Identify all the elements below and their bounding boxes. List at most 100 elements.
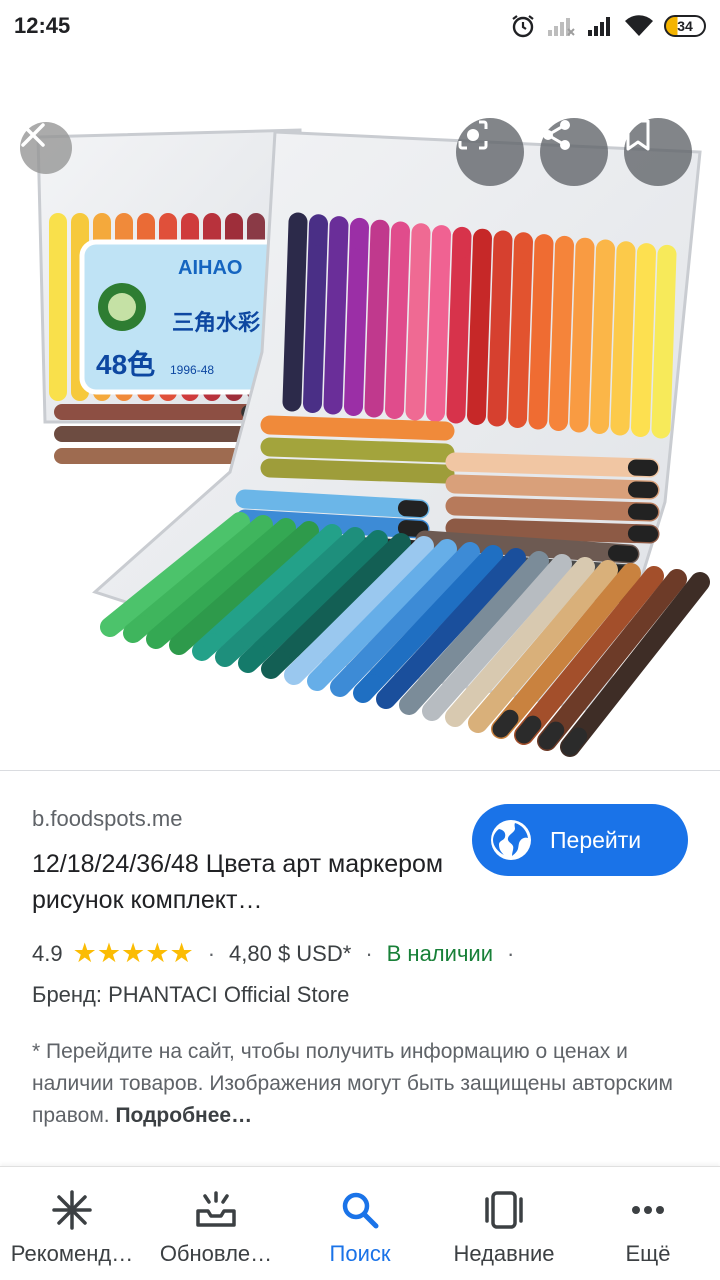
marker-cap	[397, 520, 429, 538]
markers-illustration: AIHAO 三角水彩 48色 1996-48	[36, 128, 710, 757]
close-button[interactable]	[20, 122, 72, 174]
source-domain[interactable]: b.foodspots.me	[32, 806, 182, 832]
lens-icon	[458, 120, 488, 150]
nav-label: Поиск	[329, 1241, 391, 1266]
marker-cap	[170, 627, 199, 654]
marker-body	[445, 452, 660, 478]
marker-cap	[331, 668, 359, 696]
disclaimer: * Перейдите на сайт, чтобы получить инфо…	[32, 1036, 682, 1132]
marker-cap	[538, 721, 565, 750]
divider	[0, 770, 720, 771]
asterisk-icon	[52, 1190, 92, 1230]
marker-body	[651, 244, 677, 439]
lens-button[interactable]	[456, 118, 524, 186]
separator: ·	[207, 940, 216, 966]
marker-cap	[308, 662, 336, 690]
price: 4,80 $ USD*	[229, 940, 352, 966]
product-image[interactable]: AIHAO 三角水彩 48色 1996-48	[0, 52, 720, 770]
marker-body	[528, 234, 554, 430]
marker-cap	[147, 621, 176, 648]
share-icon	[543, 120, 570, 150]
star-icon: ★	[96, 938, 122, 968]
nav-label: Недавние	[453, 1241, 555, 1266]
marker-body	[445, 474, 660, 500]
status-time: 12:45	[14, 13, 71, 38]
marker-body	[446, 226, 472, 424]
globe-icon	[491, 820, 531, 860]
nav-item-recommendations[interactable]: Рекоменд…	[0, 1167, 144, 1280]
close-icon	[21, 123, 45, 147]
package-chinese: 三角水彩	[172, 310, 260, 336]
star-icon: ★	[121, 938, 146, 968]
marker-cap	[607, 544, 639, 563]
marker-cap	[492, 709, 519, 738]
marker-cap	[515, 715, 542, 744]
marker-cap	[446, 697, 473, 726]
signal-icon	[548, 18, 575, 36]
marker-body	[260, 415, 455, 441]
marker-cap	[561, 727, 588, 756]
marker-body	[323, 216, 349, 415]
marker-body	[631, 243, 656, 437]
marker-cap	[377, 680, 404, 708]
marker-body	[487, 230, 513, 427]
marker-cap	[262, 650, 290, 678]
bottom-nav: Рекоменд… Обновле… Поиск Недавние Ещё	[0, 1166, 720, 1280]
marker-cap	[239, 644, 267, 672]
nav-item-search[interactable]: Поиск	[288, 1167, 432, 1280]
package-code: 1996-48	[170, 363, 214, 377]
recent-icon	[485, 1191, 523, 1229]
battery-icon: 34	[664, 15, 706, 37]
signal-icon	[588, 17, 610, 36]
marker-body	[405, 223, 431, 421]
marker-body	[508, 232, 533, 428]
share-button[interactable]	[540, 118, 608, 186]
marker-body	[445, 496, 660, 522]
marker-cap	[354, 674, 382, 702]
status-icons: 34	[510, 13, 706, 39]
star-icon: ★	[72, 938, 97, 968]
marker-body	[260, 458, 455, 484]
marker-cap	[469, 703, 496, 732]
marker-body	[235, 489, 430, 519]
nav-label: Обновле…	[159, 1241, 273, 1266]
nav-item-more[interactable]: Ещё	[576, 1167, 720, 1280]
search-icon	[342, 1192, 379, 1229]
marker-body	[344, 217, 369, 416]
marker-body	[385, 221, 410, 419]
marker-body	[260, 437, 455, 463]
save-button[interactable]	[624, 118, 692, 186]
star-icon: ★	[169, 938, 194, 968]
marker-cap	[400, 686, 427, 714]
visit-button-label: Перейти	[550, 826, 642, 853]
marker-body	[590, 239, 615, 434]
separator: ·	[365, 940, 373, 966]
bookmark-icon	[626, 119, 650, 151]
alarm-icon	[512, 15, 534, 38]
marker-body	[282, 212, 308, 412]
wifi-icon	[625, 15, 653, 37]
marker-body	[467, 228, 492, 425]
more-link[interactable]: Подробнее…	[115, 1104, 252, 1127]
separator: ·	[506, 940, 515, 966]
marker-cap	[285, 656, 313, 684]
rating-value: 4.9	[32, 940, 63, 966]
star-icon: ★	[145, 938, 170, 968]
nav-item-updates[interactable]: Обновле…	[144, 1167, 288, 1280]
availability: В наличии	[386, 940, 493, 966]
marker-body	[610, 241, 636, 436]
brand: Бренд: PHANTACI Official Store	[32, 982, 350, 1007]
visit-button[interactable]: Перейти	[472, 804, 688, 876]
package-count: 48色	[96, 348, 155, 380]
nav-label: Ещё	[625, 1241, 671, 1266]
result-title[interactable]: 12/18/24/36/48 Цвета арт маркером рисуно…	[32, 846, 462, 918]
marker-body	[549, 235, 574, 431]
meta-row: 4.9 ★ ★ ★ ★ ★ · 4,80 $ USD* · В наличии …	[32, 940, 528, 967]
nav-label: Рекоменд…	[10, 1241, 134, 1266]
marker-cap	[193, 633, 221, 660]
marker-body	[426, 225, 451, 422]
more-icon	[632, 1206, 664, 1214]
marker-body	[303, 214, 328, 413]
marker-cap	[423, 692, 450, 720]
nav-item-recent[interactable]: Недавние	[432, 1167, 576, 1280]
